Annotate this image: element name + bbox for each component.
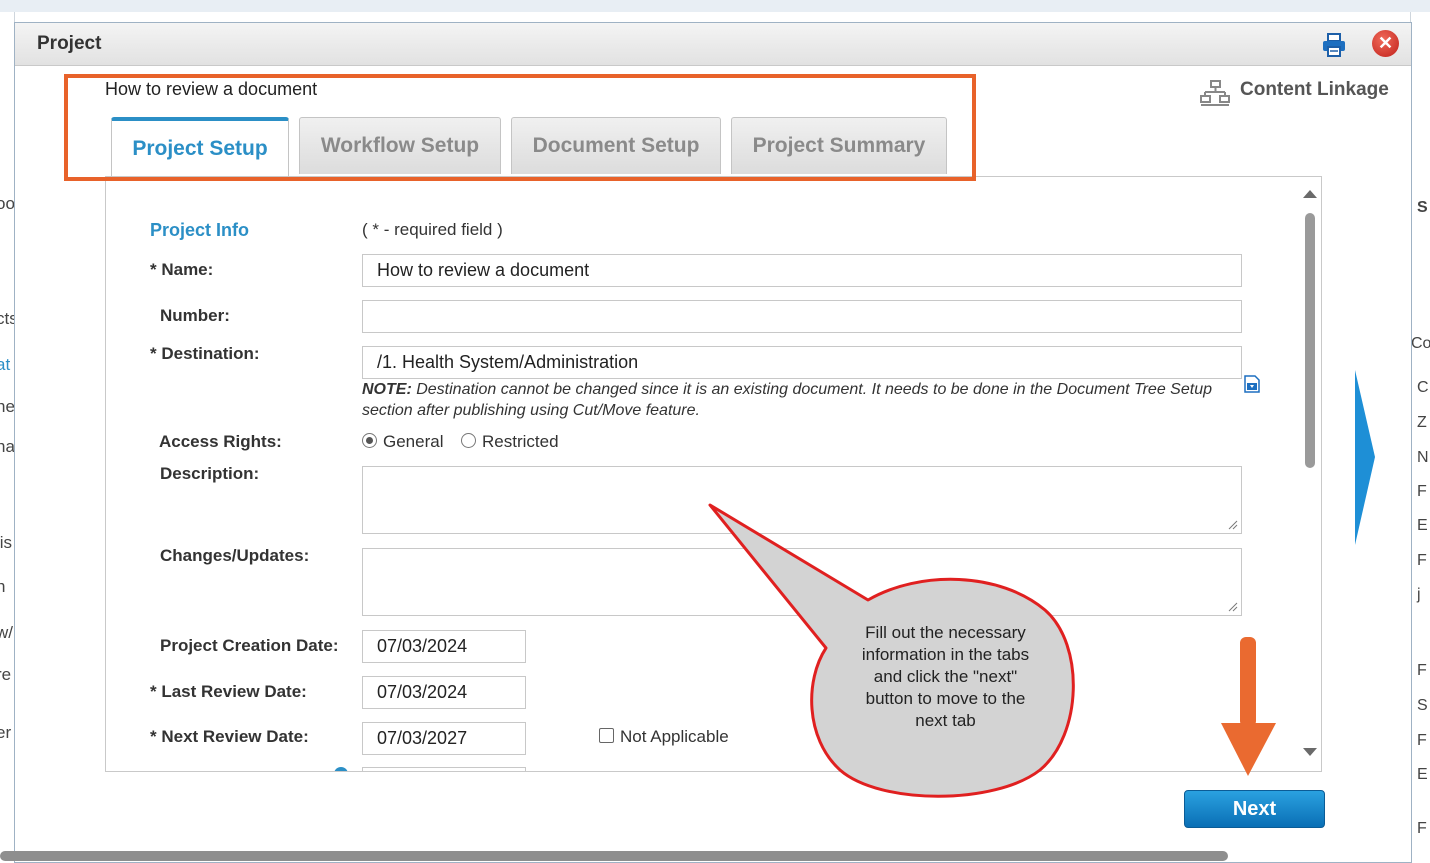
- changes-textarea[interactable]: [362, 548, 1242, 616]
- creation-date-label: Project Creation Date:: [160, 636, 339, 655]
- creation-date-field[interactable]: [362, 630, 526, 663]
- content-linkage-label: Content Linkage: [1240, 79, 1389, 100]
- checkbox-icon: [599, 728, 614, 743]
- bg-right-fragment: C: [1417, 379, 1429, 396]
- background-left-panel: oo cts at ne ha lis n w/l re er: [0, 12, 15, 861]
- callout-text: Fill out the necessary information in th…: [861, 623, 1030, 730]
- access-restricted-radio[interactable]: Restricted: [461, 432, 559, 452]
- close-icon[interactable]: ✕: [1372, 30, 1399, 57]
- description-textarea[interactable]: [362, 466, 1242, 534]
- last-review-date-field[interactable]: [362, 676, 526, 709]
- bg-right-fragment: N: [1417, 449, 1429, 466]
- tabs-highlight-box: [64, 74, 976, 181]
- bg-right-fragment: F: [1417, 662, 1427, 679]
- description-label: Description:: [160, 464, 260, 483]
- access-restricted-label: Restricted: [482, 432, 559, 451]
- bg-right-fragment: F: [1417, 552, 1427, 569]
- bg-left-fragment: er: [0, 723, 12, 742]
- number-label: Number:: [160, 306, 230, 325]
- background-top-strip: [0, 0, 1430, 12]
- printer-icon[interactable]: [1321, 32, 1347, 58]
- bg-left-fragment: re: [0, 665, 12, 684]
- next-button[interactable]: Next: [1184, 790, 1325, 828]
- bg-right-fragment: E: [1417, 766, 1428, 783]
- destination-field[interactable]: [362, 346, 1242, 379]
- horizontal-scrollbar[interactable]: [0, 851, 1228, 861]
- dialog-title: Project: [37, 33, 102, 54]
- bg-right-fragment: Z: [1417, 414, 1427, 431]
- not-applicable-label: Not Applicable: [620, 727, 729, 746]
- bg-right-fragment: S: [1417, 697, 1428, 714]
- access-general-radio[interactable]: General: [362, 432, 443, 452]
- name-label: * Name:: [150, 260, 214, 279]
- scroll-up-icon[interactable]: [1303, 190, 1317, 198]
- not-applicable-checkbox[interactable]: Not Applicable: [599, 727, 729, 747]
- next-panel-arrow-icon[interactable]: [1352, 370, 1378, 545]
- required-field-note: ( * - required field ): [362, 220, 503, 239]
- destination-note: NOTE: Destination cannot be changed sinc…: [362, 379, 1212, 421]
- name-field[interactable]: [362, 254, 1242, 287]
- bg-left-fragment: lis: [0, 533, 13, 552]
- access-rights-label: Access Rights:: [159, 432, 282, 451]
- bg-right-fragment: F: [1417, 820, 1427, 837]
- changes-label: Changes/Updates:: [160, 546, 310, 565]
- access-general-label: General: [383, 432, 444, 451]
- scroll-thumb[interactable]: [1305, 213, 1315, 468]
- resize-handle-icon[interactable]: [1228, 520, 1238, 530]
- sitemap-icon: [1200, 79, 1230, 107]
- bg-right-fragment: F: [1417, 732, 1427, 749]
- bg-left-fragment: ha: [0, 437, 15, 456]
- bg-left-fragment: w/l: [0, 623, 14, 642]
- bg-right-fragment: Co: [1411, 335, 1430, 352]
- bg-right-fragment: S: [1417, 199, 1428, 216]
- partial-field[interactable]: [362, 767, 526, 771]
- bg-right-fragment: E: [1417, 517, 1428, 534]
- document-picker-icon[interactable]: [1244, 375, 1260, 393]
- info-icon: [334, 767, 348, 771]
- next-review-label: * Next Review Date:: [150, 727, 309, 746]
- background-right-panel: S Co C Z N F E F j F S F E F: [1410, 12, 1430, 861]
- section-project-info: Project Info: [150, 220, 250, 240]
- bg-left-fragment: ne: [0, 397, 15, 416]
- number-field[interactable]: [362, 300, 1242, 333]
- project-setup-panel: Project Info ( * - required field ) * Na…: [105, 176, 1322, 772]
- note-prefix: NOTE:: [362, 381, 412, 398]
- panel-scrollbar[interactable]: [1302, 185, 1318, 763]
- last-review-label: * Last Review Date:: [150, 682, 307, 701]
- note-text: Destination cannot be changed since it i…: [362, 381, 1212, 419]
- radio-unselected-icon: [461, 433, 476, 448]
- destination-label: * Destination:: [150, 344, 260, 363]
- next-review-date-field[interactable]: [362, 722, 526, 755]
- bg-left-fragment: n: [0, 577, 5, 597]
- radio-selected-icon: [362, 433, 377, 448]
- resize-handle-icon[interactable]: [1228, 602, 1238, 612]
- bg-left-fragment: oo: [0, 194, 15, 213]
- bg-left-fragment: cts: [0, 309, 14, 328]
- bg-left-fragment: at: [0, 355, 11, 374]
- scroll-down-icon[interactable]: [1303, 748, 1317, 756]
- bg-right-fragment: j: [1417, 586, 1421, 603]
- dialog-titlebar: Project ✕: [15, 23, 1411, 66]
- bg-right-fragment: F: [1417, 483, 1427, 500]
